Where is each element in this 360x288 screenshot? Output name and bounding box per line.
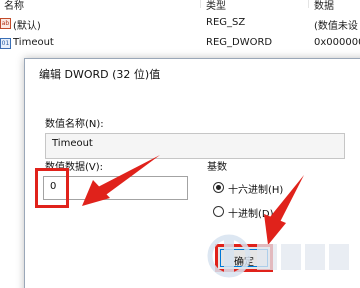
dword-value-icon: 01 bbox=[0, 38, 11, 49]
radio-decimal-label[interactable]: 十进制(D) bbox=[228, 205, 274, 220]
registry-value-list: 名称 类型 数据 ab (默认) REG_SZ (数值未设 01 Timeout… bbox=[0, 0, 360, 58]
string-value-icon: ab bbox=[0, 18, 11, 29]
value-name: Timeout bbox=[13, 37, 54, 48]
edit-dword-dialog: 编辑 DWORD (32 位)值 数值名称(N): Timeout 数值数据(V… bbox=[24, 58, 360, 288]
value-data: (数值未设 bbox=[314, 21, 358, 32]
radio-button-icon[interactable] bbox=[213, 206, 224, 217]
column-header-data[interactable]: 数据 bbox=[314, 0, 334, 12]
column-separator[interactable] bbox=[200, 0, 201, 8]
value-type: REG_SZ bbox=[206, 17, 246, 28]
column-header-type[interactable]: 类型 bbox=[206, 0, 226, 12]
list-item[interactable]: ab (默认) REG_SZ (数值未设 bbox=[0, 14, 360, 34]
radio-hexadecimal-label[interactable]: 十六进制(H) bbox=[228, 181, 283, 196]
ok-button-label: 确定 bbox=[234, 257, 254, 268]
value-type: REG_DWORD bbox=[206, 37, 273, 48]
dialog-title: 编辑 DWORD (32 位)值 bbox=[39, 68, 161, 81]
value-name: (默认) bbox=[13, 21, 41, 32]
radio-button-icon[interactable] bbox=[213, 182, 224, 193]
list-item[interactable]: 01 Timeout REG_DWORD 0x000000 bbox=[0, 34, 360, 54]
value-data: 0x000000 bbox=[314, 37, 360, 48]
value-name-field: Timeout bbox=[45, 133, 345, 159]
column-header-name[interactable]: 名称 bbox=[4, 0, 24, 12]
dialog-titlebar[interactable]: 编辑 DWORD (32 位)值 bbox=[25, 59, 360, 87]
list-header: 名称 类型 数据 bbox=[0, 0, 360, 14]
base-group-label: 基数 bbox=[207, 162, 227, 173]
value-name-label: 数值名称(N): bbox=[45, 119, 104, 130]
value-data-highlight-box bbox=[35, 168, 69, 208]
column-separator[interactable] bbox=[308, 0, 309, 8]
ok-button[interactable]: 确定 bbox=[215, 244, 273, 272]
